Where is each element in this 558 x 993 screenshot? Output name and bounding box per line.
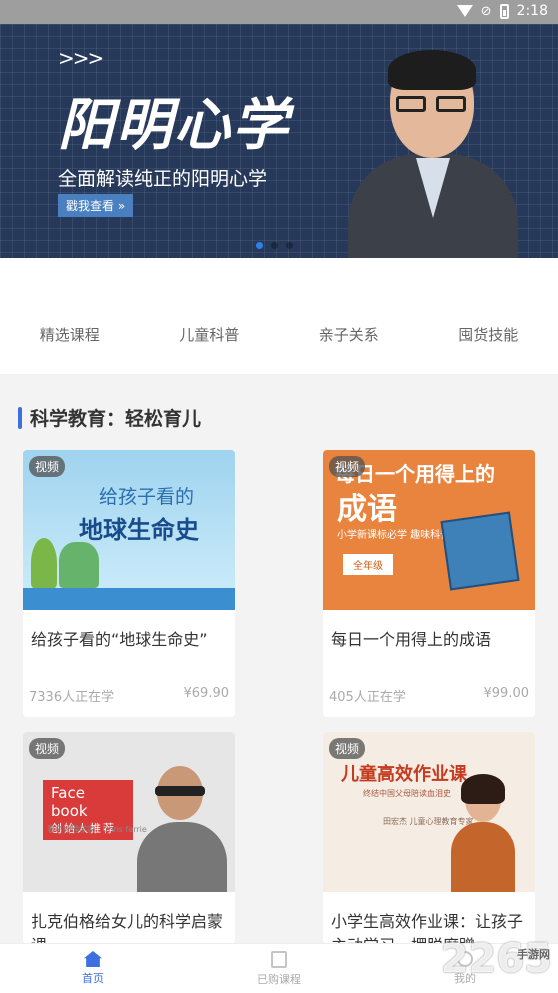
cover-text: 终结中国父母陪读血泪史 [363, 789, 451, 798]
video-badge: 视频 [29, 456, 66, 477]
course-title: 扎克伯格给女儿的科学启蒙课 [31, 912, 224, 944]
carousel-dot[interactable] [271, 242, 278, 249]
tree-illustration [31, 538, 57, 588]
banner-subtitle: 全面解读纯正的阳明心学 [58, 168, 268, 190]
ground-illustration [23, 588, 235, 610]
carousel-dot[interactable] [256, 242, 263, 249]
dinosaur-illustration [59, 542, 99, 588]
lecturer-portrait [348, 50, 518, 258]
site-watermark: 2265 手游网 [441, 936, 552, 982]
section-header: 科学教育：轻松育儿 [18, 404, 201, 431]
cover-text: 小学新课标必学 趣味科普 [337, 530, 451, 541]
book-illustration [440, 511, 520, 591]
course-card[interactable]: 儿童高效作业课 终结中国父母陪读血泪史 田宏杰 儿童心理教育专家 视频 小学生高… [323, 732, 535, 944]
learner-count: 405人正在学 [329, 690, 406, 705]
course-title: 给孩子看的“地球生命史” [31, 630, 208, 649]
banner-title: 阳明心学 [58, 92, 290, 158]
video-badge: 视频 [29, 738, 66, 759]
nav-purchased[interactable]: 已购课程 [239, 950, 319, 987]
course-card[interactable]: 给孩子看的 地球生命史 视频 给孩子看的“地球生命史” 7336人正在学 ¥69… [23, 450, 235, 717]
carousel-indicator [256, 242, 293, 249]
video-badge: 视频 [329, 456, 366, 477]
category-tabs-container: 精选课程 儿童科普 亲子关系 囤货技能 [0, 258, 558, 374]
cover-text: 著名物理学家 · Chris ferrie [47, 825, 147, 834]
cover-text: 地球生命史 [79, 516, 199, 544]
section-accent-bar [18, 406, 22, 429]
nav-label: 已购课程 [257, 972, 301, 986]
course-card[interactable]: 每日一个用得上的 成语 小学新课标必学 趣味科普 全年级 视频 每日一个用得上的… [323, 450, 535, 717]
course-title: 每日一个用得上的成语 [331, 630, 492, 649]
status-bar: ⊘ 2:18 [0, 0, 558, 24]
course-cover: 给孩子看的 地球生命史 视频 [23, 450, 235, 610]
battery-icon [499, 3, 509, 19]
tab-kids-science[interactable]: 儿童科普 [179, 324, 239, 345]
course-cover: 儿童高效作业课 终结中国父母陪读血泪史 田宏杰 儿童心理教育专家 视频 [323, 732, 535, 892]
cover-text: 成语 [337, 492, 397, 527]
tab-parenting[interactable]: 亲子关系 [319, 324, 379, 345]
cover-text: 儿童高效作业课 [341, 764, 467, 785]
video-badge: 视频 [329, 738, 366, 759]
lecturer-photo [451, 774, 515, 892]
nav-home[interactable]: 首页 [53, 951, 133, 986]
bag-icon [271, 950, 287, 968]
author-photo [137, 766, 227, 892]
course-price: ¥69.90 [183, 686, 230, 701]
promo-banner[interactable]: >>> 阳明心学 全面解读纯正的阳明心学 戳我查看 » [0, 24, 558, 258]
carousel-dot[interactable] [286, 242, 293, 249]
course-cover: Face book 创始人推荐 著名物理学家 · Chris ferrie 视频 [23, 732, 235, 892]
wifi-icon [456, 5, 473, 17]
banner-cta-button[interactable]: 戳我查看 » [58, 194, 134, 217]
learner-count: 7336人正在学 [29, 690, 115, 705]
banner-arrows: >>> [58, 46, 104, 70]
tab-shopping-skills[interactable]: 囤货技能 [458, 324, 518, 345]
status-time: 2:18 [516, 3, 548, 19]
cover-grade-pill: 全年级 [343, 554, 393, 575]
watermark-sub: 手游网 [517, 948, 550, 961]
cover-text: 给孩子看的 [99, 486, 195, 508]
cover-text: Face book [51, 784, 88, 820]
tab-featured[interactable]: 精选课程 [40, 324, 100, 345]
no-sim-icon: ⊘ [480, 3, 492, 19]
course-price: ¥99.00 [483, 686, 530, 701]
course-card[interactable]: Face book 创始人推荐 著名物理学家 · Chris ferrie 视频… [23, 732, 235, 944]
nav-label: 首页 [82, 972, 104, 985]
section-title: 科学教育：轻松育儿 [30, 408, 202, 430]
course-cover: 每日一个用得上的 成语 小学新课标必学 趣味科普 全年级 视频 [323, 450, 535, 610]
home-icon [84, 951, 102, 967]
